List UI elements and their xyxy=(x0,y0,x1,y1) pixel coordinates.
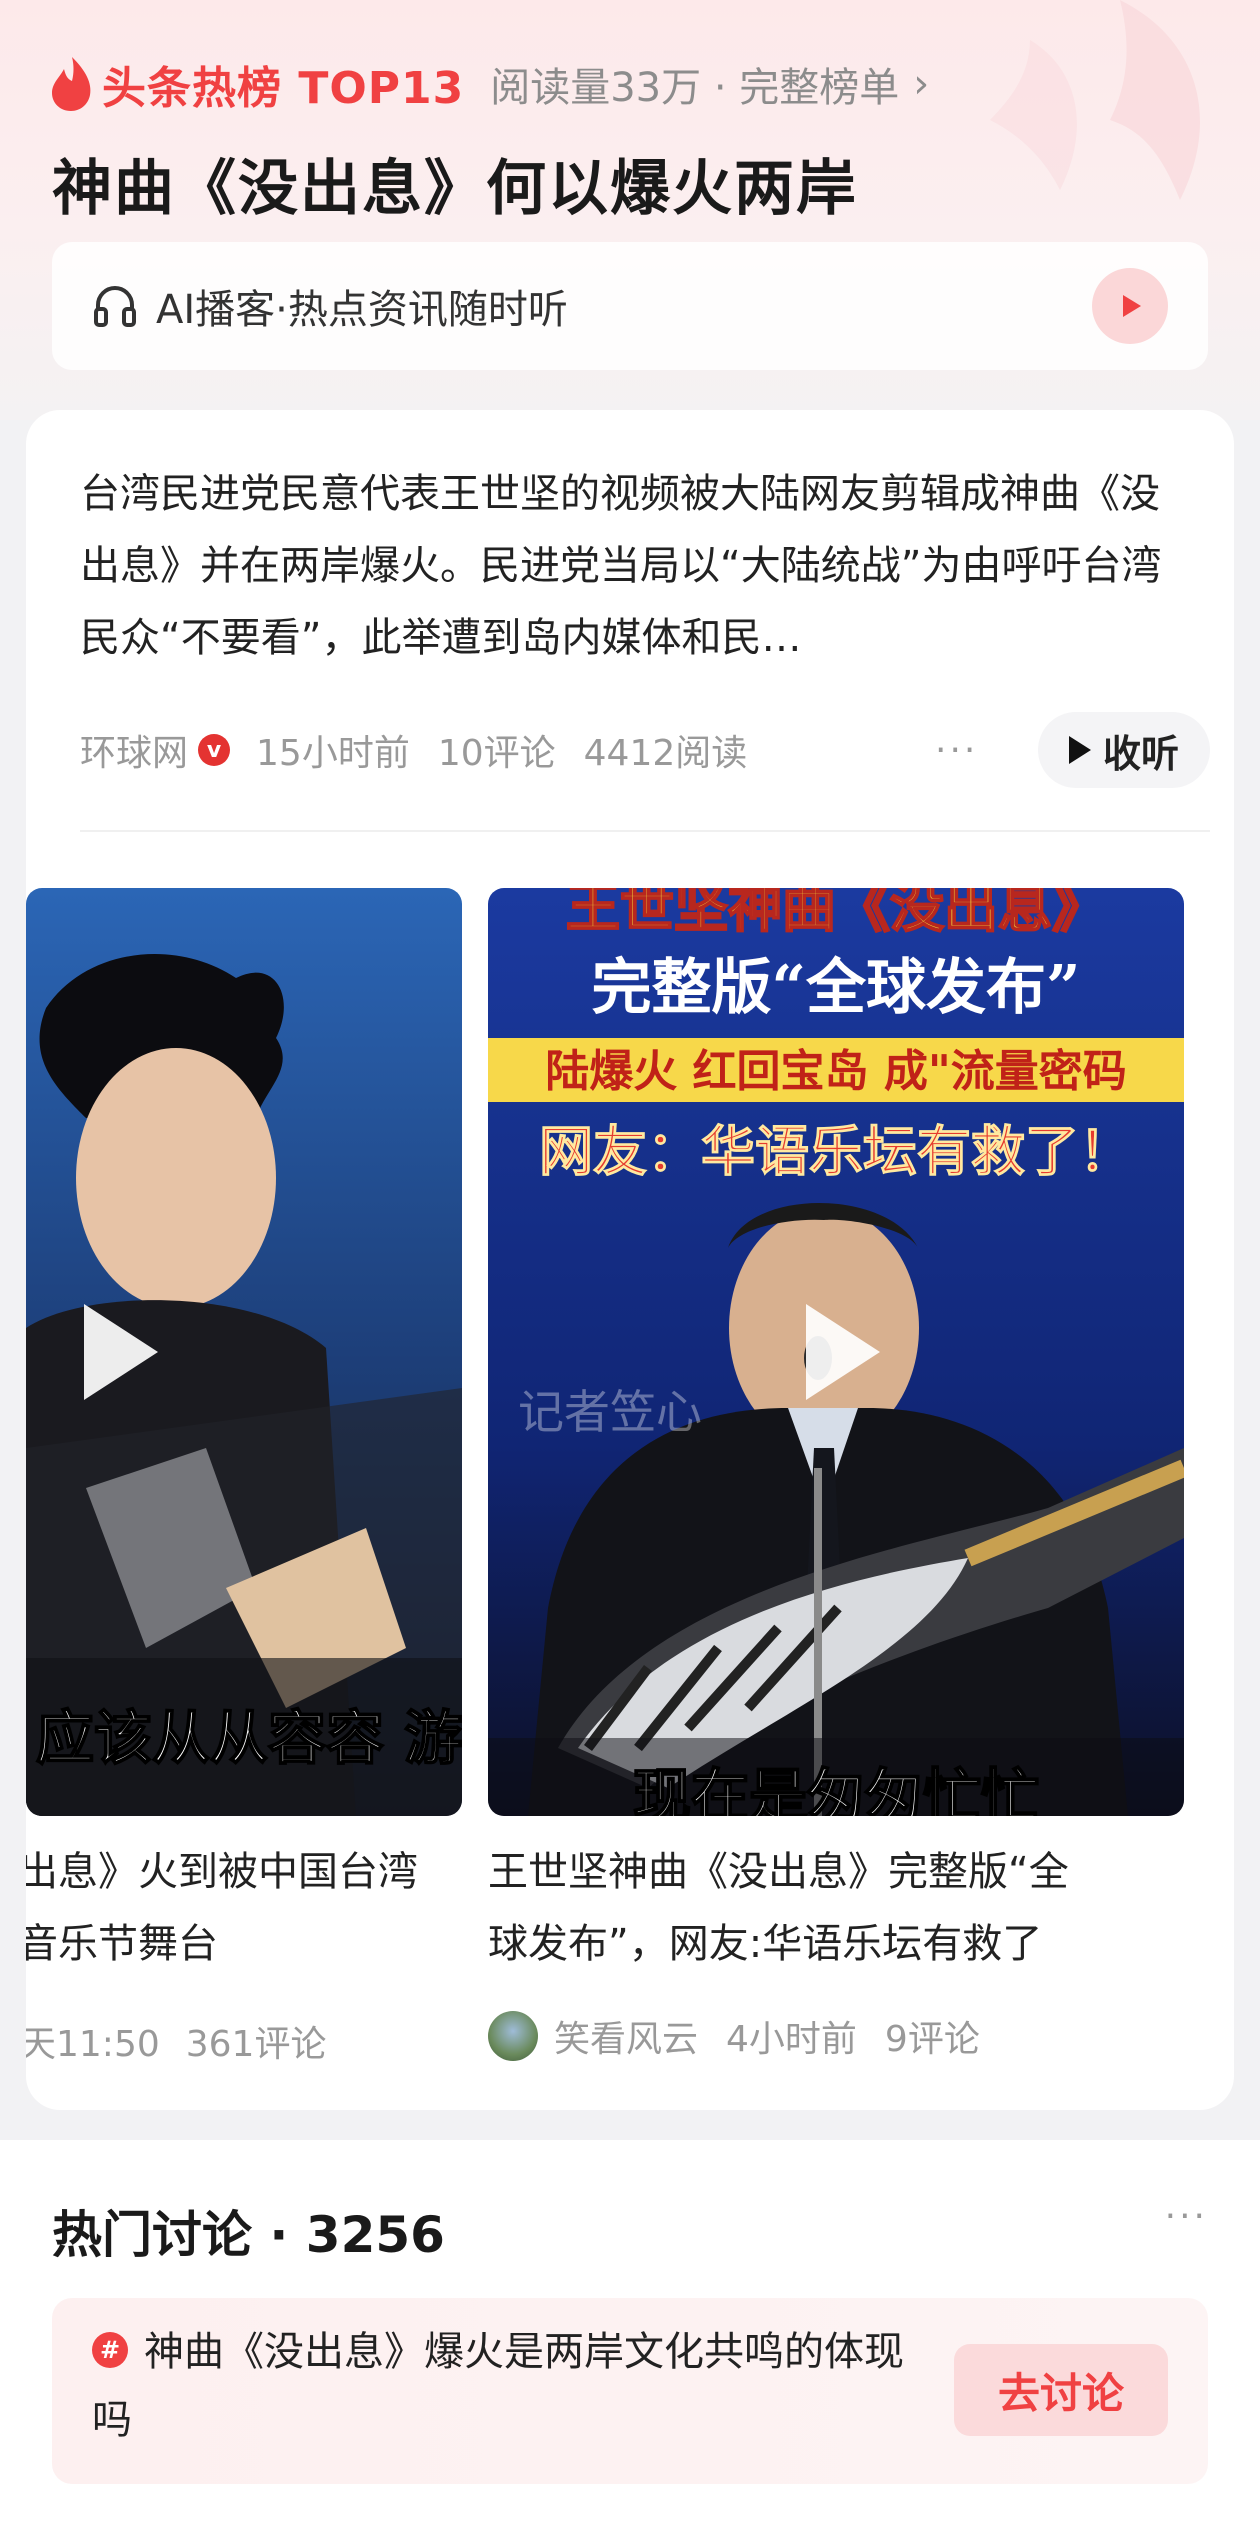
video-caption: 网友：华语乐坛有救了！ xyxy=(539,1119,1133,1183)
hot-list-header[interactable]: 头条热榜 TOP13 阅读量33万 · 完整榜单 › xyxy=(50,48,929,120)
article-reads: 4412阅读 xyxy=(583,733,748,774)
video-author[interactable]: 笑看风云 xyxy=(554,2010,698,2062)
play-icon xyxy=(806,1304,880,1400)
flame-icon xyxy=(52,57,91,111)
article-meta: 环球网 v 15小时前 10评论 4412阅读 ··· 收听 xyxy=(80,710,1210,790)
divider xyxy=(80,830,1210,832)
video-time: 天11:50 xyxy=(26,2024,160,2065)
verified-badge-icon: v xyxy=(198,734,231,766)
flame-watermark-icon xyxy=(990,0,1200,200)
discussion-topic-card[interactable]: # 神曲《没出息》爆火是两岸文化共鸣的体现吗 去讨论 xyxy=(52,2298,1208,2484)
hashtag-icon: # xyxy=(92,2332,128,2368)
hot-list-meta: 阅读量33万 · 完整榜单 xyxy=(490,65,900,111)
article-comments: 10评论 xyxy=(437,733,556,774)
article-time: 15小时前 xyxy=(256,733,410,774)
video-meta: 天11:50 361评论 xyxy=(26,2015,326,2067)
article-card: 台湾民进党民意代表王世坚的视频被大陆网友剪辑成神曲《没出息》并在两岸爆火。民进党… xyxy=(26,410,1234,2110)
discussion-topic: # 神曲《没出息》爆火是两岸文化共鸣的体现吗 xyxy=(92,2318,912,2454)
watermark-text: 记者笠心 xyxy=(518,1385,702,1439)
discussion-title: 热门讨论 · 3256 xyxy=(52,2206,445,2264)
video-meta: 笑看风云 4小时前 9评论 xyxy=(488,2010,980,2062)
video-thumbnail[interactable]: 应该从从容容 游 xyxy=(26,888,462,1816)
chevron-right-icon: › xyxy=(913,61,930,107)
video-title[interactable]: 王世坚神曲《没出息》完整版“全 球发布”，网友:华语乐坛有救了 xyxy=(488,1836,1069,1980)
video-title[interactable]: 出息》火到被中国台湾 音乐节舞台 xyxy=(26,1836,418,1980)
more-options-icon[interactable]: ··· xyxy=(935,710,978,790)
video-caption: 完整版“全球发布” xyxy=(591,953,1080,1023)
author-avatar[interactable] xyxy=(488,2011,538,2061)
video-caption: 陆爆火 红回宝岛 成"流量密码 xyxy=(545,1046,1127,1097)
video-caption: 现在是匆匆忙忙 xyxy=(633,1762,1039,1816)
article-source[interactable]: 环球网 xyxy=(80,724,188,776)
video-caption: 应该从从容容 游 xyxy=(36,1704,462,1772)
go-discuss-button[interactable]: 去讨论 xyxy=(954,2344,1168,2436)
ai-podcast-banner[interactable]: AI播客·热点资讯随时听 xyxy=(52,242,1208,370)
listen-label: 收听 xyxy=(1102,731,1179,776)
video-comments: 361评论 xyxy=(185,2024,327,2065)
video-caption: 王世坚神曲《没出息》 xyxy=(566,888,1106,939)
hot-list-rank-label: 头条热榜 TOP13 xyxy=(102,63,465,114)
listen-button[interactable]: 收听 xyxy=(1038,712,1210,788)
article-summary[interactable]: 台湾民进党民意代表王世坚的视频被大陆网友剪辑成神曲《没出息》并在两岸爆火。民进党… xyxy=(80,458,1190,674)
video-time: 4小时前 xyxy=(726,2019,857,2060)
play-icon xyxy=(1123,295,1141,317)
hot-discussion-section: 热门讨论 · 3256 ··· # 神曲《没出息》爆火是两岸文化共鸣的体现吗 去讨… xyxy=(0,2140,1260,2523)
video-comments: 9评论 xyxy=(884,2019,980,2060)
podcast-label: AI播客·热点资讯随时听 xyxy=(156,287,568,333)
play-icon xyxy=(1068,736,1091,764)
headphones-icon xyxy=(94,286,136,327)
page-title: 神曲《没出息》何以爆火两岸 xyxy=(52,154,858,224)
more-options-icon[interactable]: ··· xyxy=(1165,2196,1208,2237)
video-thumbnail[interactable]: 王世坚神曲《没出息》 完整版“全球发布” 陆爆火 红回宝岛 成"流量密码 网友：… xyxy=(488,888,1184,1816)
podcast-play-button[interactable] xyxy=(1092,268,1168,344)
play-icon xyxy=(84,1304,158,1400)
discussion-topic-text: 神曲《没出息》爆火是两岸文化共鸣的体现吗 xyxy=(92,2329,904,2443)
